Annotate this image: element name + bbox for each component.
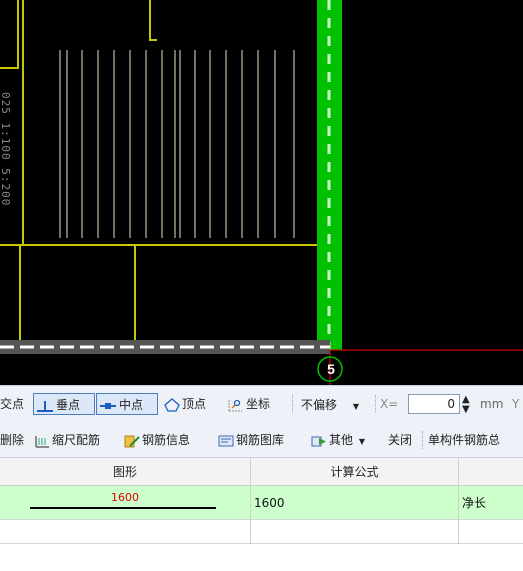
scale-rebar-button[interactable]: 缩尺配筋	[34, 429, 100, 451]
rebar-library-label: 钢筋图库	[236, 433, 285, 447]
vertex-icon	[164, 397, 180, 412]
vertex-snap-button[interactable]: 顶点	[164, 393, 206, 415]
perpendicular-snap-label: 垂点	[56, 398, 81, 412]
drawing-graphics	[0, 0, 523, 385]
scale-rebar-label: 缩尺配筋	[52, 433, 101, 447]
rebar-library-icon	[218, 435, 234, 446]
other-icon	[311, 436, 326, 446]
rebar-info-button[interactable]: 钢筋信息	[124, 429, 190, 451]
x-coordinate-label: X=	[380, 397, 399, 411]
rebar-info-label: 钢筋信息	[142, 433, 191, 447]
vertex-snap-label: 顶点	[182, 397, 207, 411]
shape-length-value: 1600	[111, 491, 139, 504]
x-coordinate-spinner[interactable]: ▲ ▼	[462, 395, 470, 417]
rebar-info-icon	[124, 435, 140, 447]
description-cell[interactable]	[459, 520, 523, 544]
rebar-table: 图形 计算公式 1600 1600 净长	[0, 458, 523, 571]
rebar-library-button[interactable]: 钢筋图库	[218, 429, 284, 451]
scale-rebar-icon	[35, 435, 49, 448]
dimension-text: 025 1:100 5:200	[0, 92, 12, 207]
midpoint-icon	[100, 402, 116, 409]
midpoint-snap-label: 中点	[119, 398, 144, 412]
perpendicular-snap-button[interactable]: 垂点	[33, 393, 95, 415]
cad-drawing-canvas[interactable]: 025 1:100 5:200 5	[0, 0, 523, 385]
column-header-formula[interactable]: 计算公式	[251, 458, 459, 486]
axis-number-label: 5	[327, 361, 335, 377]
delete-button[interactable]: 删除	[0, 429, 24, 451]
shape-cell[interactable]	[0, 520, 251, 544]
shape-cell[interactable]: 1600	[0, 486, 251, 520]
x-coordinate-input[interactable]: 0	[408, 394, 460, 414]
toolbar-separator	[422, 431, 424, 449]
column-header-description[interactable]	[459, 458, 523, 486]
table-row[interactable]: 1600 1600 净长	[0, 486, 523, 520]
dropdown-arrow-icon: ▼	[352, 402, 359, 411]
other-menu-label: 其他	[329, 433, 354, 447]
midpoint-snap-button[interactable]: 中点	[96, 393, 158, 415]
dropdown-arrow-icon: ▼	[358, 437, 365, 446]
close-label: 关闭	[388, 433, 413, 447]
perpendicular-icon	[37, 400, 53, 412]
coordinate-snap-label: 坐标	[246, 397, 271, 411]
y-coordinate-label: Y	[512, 397, 520, 411]
offset-select-value: 不偏移	[301, 398, 338, 412]
formula-cell[interactable]: 1600	[251, 486, 459, 520]
intersection-snap-label: 交点	[0, 397, 25, 411]
snap-toolbar: 交点 垂点 中点 顶点 坐标 不偏移 ▼ X= 0 ▲ ▼ mm Y	[0, 385, 523, 422]
description-cell[interactable]: 净长	[459, 486, 523, 520]
intersection-snap-button[interactable]: 交点	[0, 393, 24, 415]
column-header-shape[interactable]: 图形	[0, 458, 251, 486]
coordinate-icon	[228, 398, 242, 411]
close-button[interactable]: 关闭	[388, 429, 412, 451]
offset-select[interactable]: 不偏移 ▼	[300, 393, 370, 415]
delete-label: 删除	[0, 433, 25, 447]
rebar-toolbar: 删除 缩尺配筋 钢筋信息 钢筋图库 其他 ▼ 关闭 单构件钢筋总	[0, 422, 523, 458]
table-row[interactable]	[0, 520, 523, 544]
rebar-shape-line	[30, 507, 216, 509]
toolbar-separator	[375, 395, 377, 413]
formula-cell[interactable]	[251, 520, 459, 544]
single-member-rebar-total-label: 单构件钢筋总	[428, 433, 501, 447]
unit-label: mm	[480, 397, 504, 411]
toolbar-separator	[292, 395, 294, 413]
other-menu-button[interactable]: 其他 ▼	[311, 429, 365, 451]
single-member-rebar-total-button[interactable]: 单构件钢筋总	[428, 429, 500, 451]
coordinate-snap-button[interactable]: 坐标	[226, 393, 270, 415]
